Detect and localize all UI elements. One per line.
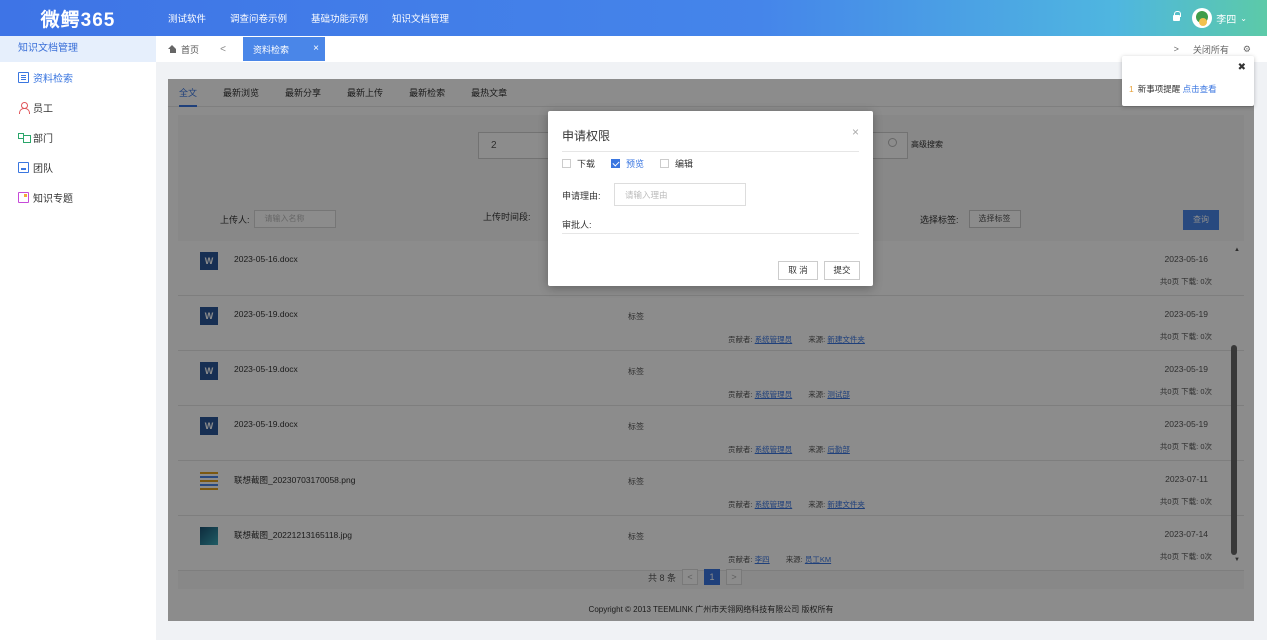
topnav-item-survey[interactable]: 调查问卷示例 xyxy=(218,11,299,25)
approver-label: 审批人: xyxy=(562,220,592,230)
close-all-tabs[interactable]: 关闭所有 xyxy=(1193,43,1229,56)
sidebar-item-topic[interactable]: 知识专题 xyxy=(0,182,156,212)
gear-icon[interactable]: ⚙ xyxy=(1243,44,1251,55)
tab-scroll-left-icon[interactable]: < xyxy=(208,44,238,55)
brand-logo: 微鳄365 xyxy=(40,9,116,31)
close-icon[interactable]: ✖ xyxy=(1238,62,1246,73)
search-doc-icon xyxy=(18,71,29,83)
divider xyxy=(562,233,859,234)
notification-text: 新事项提醒 xyxy=(1137,84,1181,94)
close-icon[interactable]: × xyxy=(852,125,859,139)
avatar xyxy=(1192,8,1213,28)
tab-home[interactable]: 首页 xyxy=(156,43,208,56)
sidebar-item-label: 知识专题 xyxy=(33,193,73,205)
sidebar: 知识文档管理 资料检索 员工 部门 团队 知识专题 xyxy=(0,36,156,640)
tab-search[interactable]: 资料检索 × xyxy=(243,37,325,61)
option-label: 下载 xyxy=(577,159,596,169)
checkbox[interactable] xyxy=(562,159,571,168)
user-icon xyxy=(18,101,30,114)
sidebar-item-label: 资料检索 xyxy=(33,73,73,85)
home-icon xyxy=(168,45,177,53)
chevron-down-icon: ⌄ xyxy=(1240,13,1247,23)
dialog-title: 申请权限 xyxy=(562,129,611,143)
cancel-button[interactable]: 取 消 xyxy=(778,261,818,280)
topnav-item-test-software[interactable]: 测试软件 xyxy=(156,11,218,25)
user-menu[interactable]: 李四 ⌄ xyxy=(1192,8,1247,28)
tab-home-label: 首页 xyxy=(181,44,200,55)
sidebar-item-label: 员工 xyxy=(33,103,53,115)
sidebar-item-search[interactable]: 资料检索 xyxy=(0,62,156,92)
user-name: 李四 xyxy=(1216,14,1237,26)
sidebar-item-label: 部门 xyxy=(33,133,53,145)
lock-icon[interactable] xyxy=(1173,10,1182,22)
divider xyxy=(562,151,859,152)
close-icon[interactable]: × xyxy=(313,43,319,54)
department-icon xyxy=(18,132,31,143)
sidebar-item-department[interactable]: 部门 xyxy=(0,122,156,152)
topnav-item-basic[interactable]: 基础功能示例 xyxy=(299,11,380,25)
permission-options: 下载 预览 编辑 xyxy=(562,157,693,170)
checkbox[interactable] xyxy=(660,159,670,168)
submit-button[interactable]: 提交 xyxy=(824,261,860,280)
permission-dialog: 申请权限 × 下载 预览 编辑 申请理由: 审批人: 取 消 提交 xyxy=(548,111,873,286)
sidebar-item-label: 团队 xyxy=(33,163,53,175)
notification-count: 1 xyxy=(1129,84,1134,94)
topnav-item-knowledge[interactable]: 知识文档管理 xyxy=(380,11,461,25)
checkbox[interactable] xyxy=(611,159,621,168)
team-icon xyxy=(18,161,29,173)
option-download[interactable]: 下载 xyxy=(562,157,595,170)
option-label: 编辑 xyxy=(675,159,694,169)
option-label: 预览 xyxy=(626,159,645,169)
option-preview[interactable]: 预览 xyxy=(611,157,644,170)
notification-message: 1 新事项提醒 点击查看 xyxy=(1129,83,1217,95)
top-nav: 测试软件 调查问卷示例 基础功能示例 知识文档管理 xyxy=(156,11,461,25)
reason-label: 申请理由: xyxy=(562,191,601,201)
sidebar-title[interactable]: 知识文档管理 xyxy=(0,36,156,62)
tab-search-label: 资料检索 xyxy=(253,44,290,55)
topic-icon xyxy=(18,191,29,203)
tab-bar: 首页 < 资料检索 × > 关闭所有 ⚙ xyxy=(156,36,1267,62)
sidebar-item-employee[interactable]: 员工 xyxy=(0,92,156,122)
tab-scroll-right-icon[interactable]: > xyxy=(1174,44,1179,54)
option-edit[interactable]: 编辑 xyxy=(660,157,693,170)
reason-input[interactable] xyxy=(614,183,746,206)
notification-link[interactable]: 点击查看 xyxy=(1183,84,1217,94)
sidebar-item-team[interactable]: 团队 xyxy=(0,152,156,182)
notification-popup: ✖ 1 新事项提醒 点击查看 xyxy=(1122,56,1254,106)
top-bar: 微鳄365 测试软件 调查问卷示例 基础功能示例 知识文档管理 李四 ⌄ xyxy=(0,0,1267,36)
